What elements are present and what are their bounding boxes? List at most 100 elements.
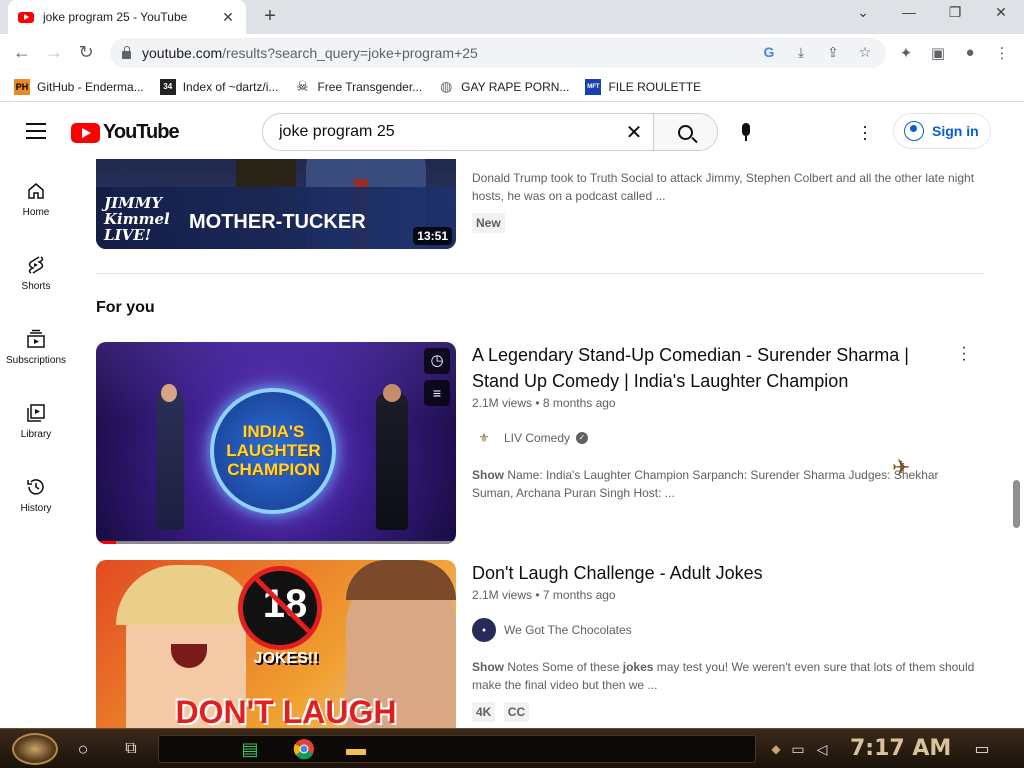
guide-item-library[interactable]: Library bbox=[0, 403, 72, 440]
file-explorer-icon[interactable]: ▬ bbox=[344, 737, 368, 761]
back-button[interactable]: ← bbox=[10, 42, 34, 63]
tab-close-icon[interactable]: ✕ bbox=[220, 9, 236, 26]
shorts-icon bbox=[26, 255, 46, 275]
bookmarks-bar: PH GitHub - Enderma... 34 Index of ~dart… bbox=[0, 72, 1024, 102]
bookmark-item[interactable]: PH GitHub - Enderma... bbox=[14, 78, 144, 95]
bookmark-item[interactable]: ☠ Free Transgender... bbox=[294, 78, 422, 95]
progress-track bbox=[96, 541, 456, 544]
bookmark-item[interactable]: 34 Index of ~dartz/i... bbox=[159, 78, 279, 95]
search-icon bbox=[678, 124, 693, 140]
library-icon bbox=[26, 403, 46, 423]
extensions-puzzle-icon[interactable]: ✦ bbox=[896, 44, 916, 62]
video-duration: 13:51 bbox=[413, 227, 452, 245]
close-window-button[interactable]: ✕ bbox=[986, 4, 1016, 21]
guide-item-subscriptions[interactable]: Subscriptions bbox=[0, 329, 72, 366]
section-title: For you bbox=[96, 299, 155, 316]
page-scrollbar[interactable] bbox=[1013, 480, 1020, 528]
chrome-app-icon[interactable] bbox=[292, 737, 316, 761]
taskbar-clock[interactable]: 7:17 AM bbox=[850, 736, 951, 761]
tab-search-chevron-icon[interactable]: ⌄ bbox=[848, 4, 878, 21]
show-logo-text: INDIA'S LAUGHTER CHAMPION bbox=[226, 422, 321, 479]
video-title[interactable]: Don't Laugh Challenge - Adult Jokes bbox=[472, 560, 982, 586]
voice-search-mic-icon[interactable] bbox=[736, 123, 756, 145]
channel-name[interactable]: We Got The Chocolates bbox=[504, 623, 632, 637]
youtube-header: YouTube ✕ ··· Sign in bbox=[0, 103, 1024, 159]
youtube-favicon-icon bbox=[18, 11, 34, 23]
video-stats: 2.1M views • 8 months ago bbox=[472, 396, 616, 410]
watch-later-clock-icon[interactable]: ◷ bbox=[424, 348, 450, 374]
clear-search-icon[interactable]: ✕ bbox=[615, 114, 653, 150]
side-panel-icon[interactable]: ▣ bbox=[928, 44, 948, 62]
bookmark-label: Index of ~dartz/i... bbox=[182, 79, 279, 94]
video-thumbnail[interactable]: JIMMY Kimmel LIVE! MOTHER-TUCKER 13:51 bbox=[96, 159, 456, 249]
thumbnail-hair bbox=[346, 560, 456, 600]
channel-row[interactable]: ⚜ LIV Comedy ✓ bbox=[472, 426, 982, 450]
new-tab-button[interactable]: + bbox=[258, 5, 282, 28]
browser-tab[interactable]: joke program 25 - YouTube ✕ bbox=[8, 0, 246, 34]
thumbnail-dont-laugh-text: DON'T LAUGH bbox=[175, 694, 397, 729]
history-icon bbox=[26, 477, 46, 497]
video-stats: 2.1M views • 7 months ago bbox=[472, 588, 616, 602]
reload-button[interactable]: ↻ bbox=[74, 42, 98, 63]
video-more-actions-icon[interactable]: · · · bbox=[956, 340, 972, 368]
channel-row[interactable]: ● We Got The Chocolates bbox=[472, 618, 982, 642]
guide-label: History bbox=[20, 503, 52, 514]
notes-app-icon[interactable]: ▤ bbox=[238, 737, 262, 761]
bookmark-star-icon[interactable]: ☆ bbox=[856, 44, 874, 61]
thumbnail-host-figure bbox=[156, 390, 184, 530]
video-title[interactable]: A Legendary Stand-Up Comedian - Surender… bbox=[472, 342, 982, 394]
bookmark-item[interactable]: MFT FILE ROULETTE bbox=[585, 78, 701, 95]
account-icon bbox=[904, 121, 924, 141]
tab-title: joke program 25 - YouTube bbox=[43, 10, 188, 24]
network-icon[interactable]: ▭ bbox=[786, 737, 810, 761]
menu-hamburger-icon[interactable] bbox=[26, 123, 46, 139]
home-icon bbox=[26, 181, 46, 201]
video-thumbnail[interactable]: INDIA'S LAUGHTER CHAMPION ◷ ≡ bbox=[96, 342, 456, 544]
start-button[interactable] bbox=[12, 733, 58, 765]
cursor-icon: ✈ bbox=[892, 455, 911, 480]
share-icon[interactable]: ⇪ bbox=[824, 44, 842, 61]
bookmark-label: GAY RAPE PORN... bbox=[461, 79, 570, 94]
notification-icon[interactable]: ▭ bbox=[970, 737, 994, 761]
forward-button[interactable]: → bbox=[42, 42, 66, 63]
ph-icon: PH bbox=[14, 78, 30, 95]
guide-item-home[interactable]: Home bbox=[0, 181, 72, 218]
minimize-button[interactable]: — bbox=[894, 4, 924, 20]
bookmark-item[interactable]: ◍ GAY RAPE PORN... bbox=[438, 78, 570, 95]
guide-item-shorts[interactable]: Shorts bbox=[0, 255, 72, 292]
video-description: Show Notes Some of these jokes may test … bbox=[472, 660, 975, 692]
task-view-icon[interactable]: ⧉ bbox=[119, 737, 143, 761]
tray-overflow-icon[interactable]: ◆ bbox=[764, 737, 788, 761]
4k-badge: 4K bbox=[472, 702, 496, 722]
add-to-queue-icon[interactable]: ≡ bbox=[424, 380, 450, 406]
restore-button[interactable]: ❐ bbox=[940, 4, 970, 21]
install-app-icon[interactable]: ⤓ bbox=[792, 44, 810, 61]
video-meta: Donald Trump took to Truth Social to att… bbox=[472, 169, 982, 233]
channel-avatar[interactable]: ● bbox=[472, 618, 496, 642]
guide-item-history[interactable]: History bbox=[0, 477, 72, 514]
settings-more-icon[interactable]: · · · bbox=[856, 117, 874, 147]
skull-icon: ☠ bbox=[296, 78, 309, 94]
chrome-menu-icon[interactable]: ⋮ bbox=[992, 44, 1012, 62]
search-results: JIMMY Kimmel LIVE! MOTHER-TUCKER 13:51 D… bbox=[96, 159, 996, 729]
divider bbox=[96, 273, 984, 274]
url-text: youtube.com/results?search_query=joke+pr… bbox=[142, 45, 478, 61]
sign-in-button[interactable]: Sign in bbox=[893, 113, 991, 149]
lock-icon[interactable] bbox=[122, 46, 131, 59]
search-circle-icon[interactable]: ○ bbox=[71, 737, 95, 761]
youtube-logo[interactable]: YouTube bbox=[71, 121, 180, 144]
video-description: Donald Trump took to Truth Social to att… bbox=[472, 171, 975, 203]
profile-avatar-icon[interactable]: ● bbox=[960, 44, 980, 61]
search-input[interactable] bbox=[263, 114, 615, 150]
address-bar[interactable]: youtube.com/results?search_query=joke+pr… bbox=[110, 38, 886, 68]
volume-muted-icon[interactable]: ◁ bbox=[810, 737, 834, 761]
channel-avatar[interactable]: ⚜ bbox=[472, 426, 496, 450]
search-button[interactable] bbox=[653, 114, 717, 150]
google-translate-icon[interactable]: G bbox=[760, 44, 778, 60]
channel-name[interactable]: LIV Comedy bbox=[504, 431, 570, 445]
video-thumbnail[interactable]: 18 JOKES!! DON'T LAUGH bbox=[96, 560, 456, 729]
sign-in-label: Sign in bbox=[932, 123, 979, 139]
globe-icon: ◍ bbox=[440, 78, 453, 94]
guide-label: Library bbox=[20, 429, 52, 440]
watch-progress-bar bbox=[96, 541, 116, 544]
